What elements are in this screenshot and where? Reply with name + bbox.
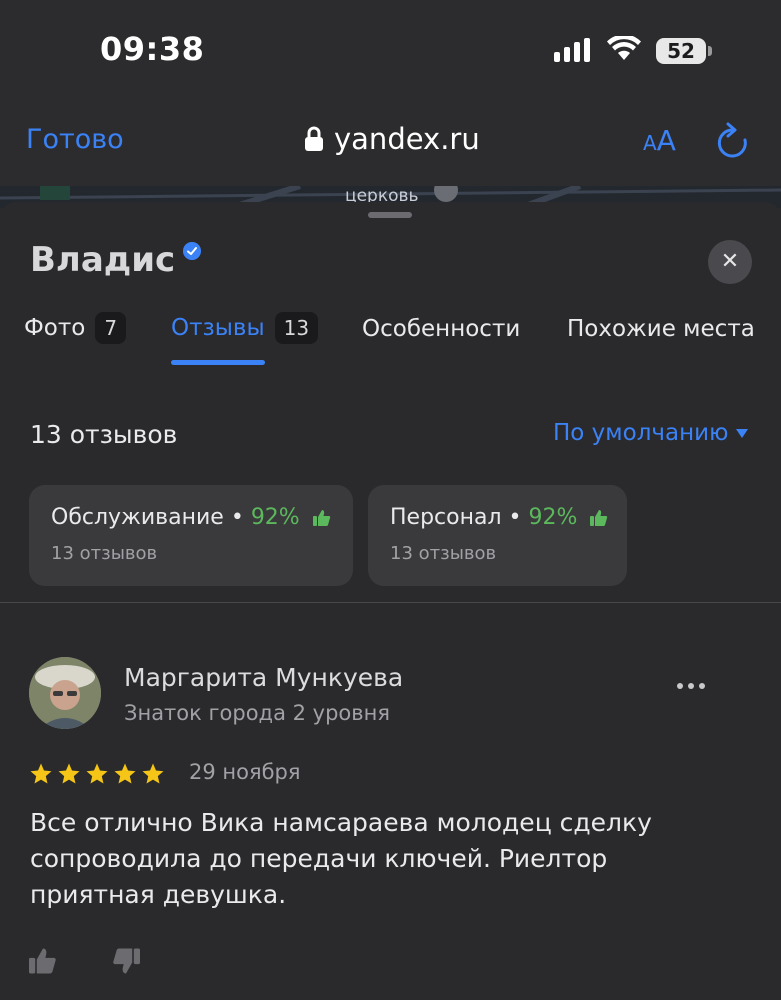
aspect-title: Обслуживание • 92% xyxy=(51,505,331,530)
wifi-icon xyxy=(607,36,641,60)
sort-dropdown[interactable]: По умолчанию xyxy=(553,420,749,446)
tab-bar: Фото 7 Отзывы 13 Особенности Похожие мес… xyxy=(0,312,781,368)
url-text: yandex.ru xyxy=(334,122,480,156)
review-text: Все отлично Вика намсараева молодец сдел… xyxy=(30,808,652,909)
star-icon xyxy=(30,763,52,784)
aspect-percent: 92% xyxy=(250,505,300,530)
avatar-image xyxy=(29,657,101,729)
place-title-text: Владис xyxy=(30,240,176,280)
status-time: 09:38 xyxy=(100,30,205,68)
tab-similar-label: Похожие места xyxy=(567,316,755,342)
tab-reviews-count: 13 xyxy=(274,312,319,344)
text-size-button[interactable]: AA xyxy=(643,124,676,157)
text-size-small-label: A xyxy=(643,131,657,155)
tab-reviews[interactable]: Отзывы 13 xyxy=(171,312,319,344)
reload-icon[interactable] xyxy=(716,122,750,162)
close-button[interactable]: ✕ xyxy=(708,240,752,284)
star-icon xyxy=(114,763,136,784)
aspect-title: Персонал • 92% xyxy=(390,505,608,530)
tab-features[interactable]: Особенности xyxy=(362,316,520,342)
aspect-count: 13 отзывов xyxy=(390,543,497,564)
tab-photos[interactable]: Фото 7 xyxy=(24,312,127,344)
review-date: 29 ноября xyxy=(189,760,301,784)
thumbs-up-icon xyxy=(312,510,330,526)
browser-toolbar: Готово yandex.ru AA xyxy=(0,100,781,186)
battery-tip xyxy=(708,46,712,56)
tab-photos-label: Фото xyxy=(24,315,86,341)
divider xyxy=(0,602,781,603)
author-name[interactable]: Маргарита Мункуева xyxy=(124,663,403,692)
place-title: Владис xyxy=(30,240,202,280)
status-bar: 09:38 52 xyxy=(0,0,781,100)
tab-reviews-label: Отзывы xyxy=(171,315,265,341)
thumbs-down-icon[interactable] xyxy=(112,947,140,975)
aspect-name: Обслуживание xyxy=(51,505,224,530)
verified-icon xyxy=(183,242,202,260)
aspect-card-staff[interactable]: Персонал • 92% 13 отзывов xyxy=(368,485,627,586)
place-card-sheet: Владис ✕ Фото 7 Отзывы 13 Особенности По… xyxy=(0,202,781,1000)
star-icon xyxy=(86,763,108,784)
active-tab-indicator xyxy=(171,360,265,365)
thumbs-up-icon xyxy=(590,510,608,526)
reviews-count: 13 отзывов xyxy=(30,420,178,449)
address-bar[interactable]: yandex.ru xyxy=(304,122,480,156)
battery-indicator: 52 xyxy=(656,38,706,64)
done-button[interactable]: Готово xyxy=(26,124,124,155)
tab-photos-count: 7 xyxy=(95,312,127,344)
text-size-large-label: A xyxy=(656,124,676,157)
star-icon xyxy=(58,763,80,784)
tab-features-label: Особенности xyxy=(362,316,521,342)
aspect-count: 13 отзывов xyxy=(51,543,158,564)
rating-stars xyxy=(29,762,165,786)
thumbs-up-icon[interactable] xyxy=(29,947,57,975)
sheet-grabber[interactable] xyxy=(368,212,412,218)
sort-label: По умолчанию xyxy=(553,420,729,446)
aspect-percent: 92% xyxy=(528,505,578,530)
tab-similar-places[interactable]: Похожие места xyxy=(567,316,755,342)
author-level: Знаток города 2 уровня xyxy=(124,701,391,725)
cellular-signal-icon xyxy=(554,38,590,62)
more-options-icon[interactable] xyxy=(677,683,705,689)
avatar[interactable] xyxy=(29,657,101,729)
chevron-down-icon xyxy=(736,428,749,438)
star-icon xyxy=(142,763,164,784)
aspect-card-service[interactable]: Обслуживание • 92% 13 отзывов xyxy=(29,485,353,586)
aspect-name: Персонал xyxy=(390,505,502,530)
lock-icon xyxy=(305,126,323,151)
